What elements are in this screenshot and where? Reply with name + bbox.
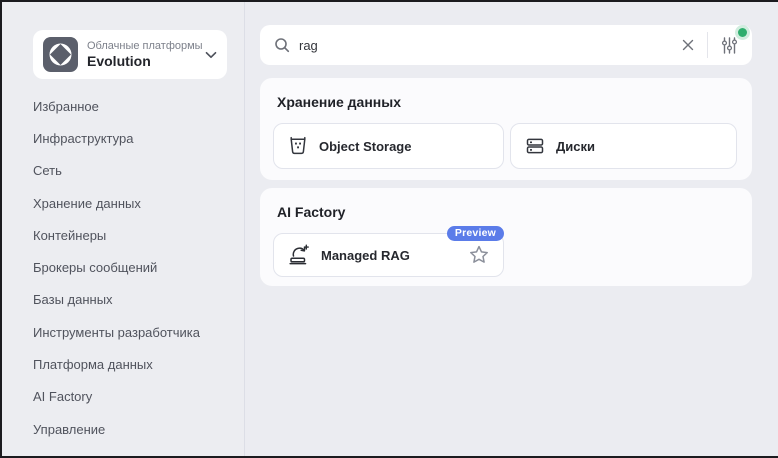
cards-row: Managed RAG Preview bbox=[273, 226, 504, 277]
card-disks[interactable]: Диски bbox=[510, 123, 737, 169]
section-ai-factory: AI Factory Managed RAG Preview bbox=[260, 188, 752, 286]
bucket-icon bbox=[288, 136, 308, 156]
disks-icon bbox=[525, 136, 545, 156]
rag-book-refresh-icon bbox=[288, 244, 310, 266]
section-title: Хранение данных bbox=[277, 94, 401, 110]
chevron-down-icon bbox=[205, 51, 217, 59]
sidebar-item-storage[interactable]: Хранение данных bbox=[2, 187, 244, 219]
cloud-platform-logo-icon bbox=[43, 37, 78, 72]
platform-switcher-name: Evolution bbox=[87, 52, 151, 69]
card-label: Диски bbox=[556, 138, 595, 154]
sidebar-item-infrastructure[interactable]: Инфраструктура bbox=[2, 122, 244, 154]
search-bar bbox=[260, 25, 752, 65]
cards-row: Object Storage Диски bbox=[273, 123, 737, 169]
sidebar-item-ai-factory[interactable]: AI Factory bbox=[2, 381, 244, 413]
platform-switcher-texts: Облачные платформы Evolution bbox=[87, 40, 205, 70]
sidebar-item-message-brokers[interactable]: Брокеры сообщений bbox=[2, 251, 244, 283]
preview-badge: Preview bbox=[446, 226, 504, 241]
card-object-storage[interactable]: Object Storage bbox=[273, 123, 504, 169]
card-managed-rag[interactable]: Managed RAG Preview bbox=[273, 226, 504, 277]
sidebar-item-management[interactable]: Управление bbox=[2, 413, 244, 445]
section-title: AI Factory bbox=[277, 204, 346, 220]
search-divider bbox=[707, 32, 708, 58]
sidebar-item-network[interactable]: Сеть bbox=[2, 155, 244, 187]
app-window: Облачные платформы Evolution Избранное И… bbox=[0, 0, 778, 458]
search-input[interactable] bbox=[299, 37, 673, 53]
sidebar-item-developer-tools[interactable]: Инструменты разработчика bbox=[2, 316, 244, 348]
search-icon bbox=[274, 37, 290, 53]
sidebar-item-databases[interactable]: Базы данных bbox=[2, 284, 244, 316]
sidebar: Облачные платформы Evolution Избранное И… bbox=[2, 2, 245, 456]
sidebar-item-favorites[interactable]: Избранное bbox=[2, 90, 244, 122]
section-storage: Хранение данных Object Storage Диски bbox=[260, 78, 752, 180]
status-dot bbox=[738, 28, 747, 37]
clear-icon[interactable] bbox=[673, 29, 703, 61]
card-label: Object Storage bbox=[319, 138, 412, 154]
sidebar-nav: Избранное Инфраструктура Сеть Хранение д… bbox=[2, 90, 244, 445]
platform-switcher-label: Облачные платформы bbox=[87, 39, 203, 52]
sidebar-item-containers[interactable]: Контейнеры bbox=[2, 219, 244, 251]
sidebar-item-data-platform[interactable]: Платформа данных bbox=[2, 348, 244, 380]
platform-switcher[interactable]: Облачные платформы Evolution bbox=[33, 30, 227, 79]
card-label: Managed RAG bbox=[321, 247, 410, 263]
star-icon[interactable] bbox=[467, 243, 491, 267]
